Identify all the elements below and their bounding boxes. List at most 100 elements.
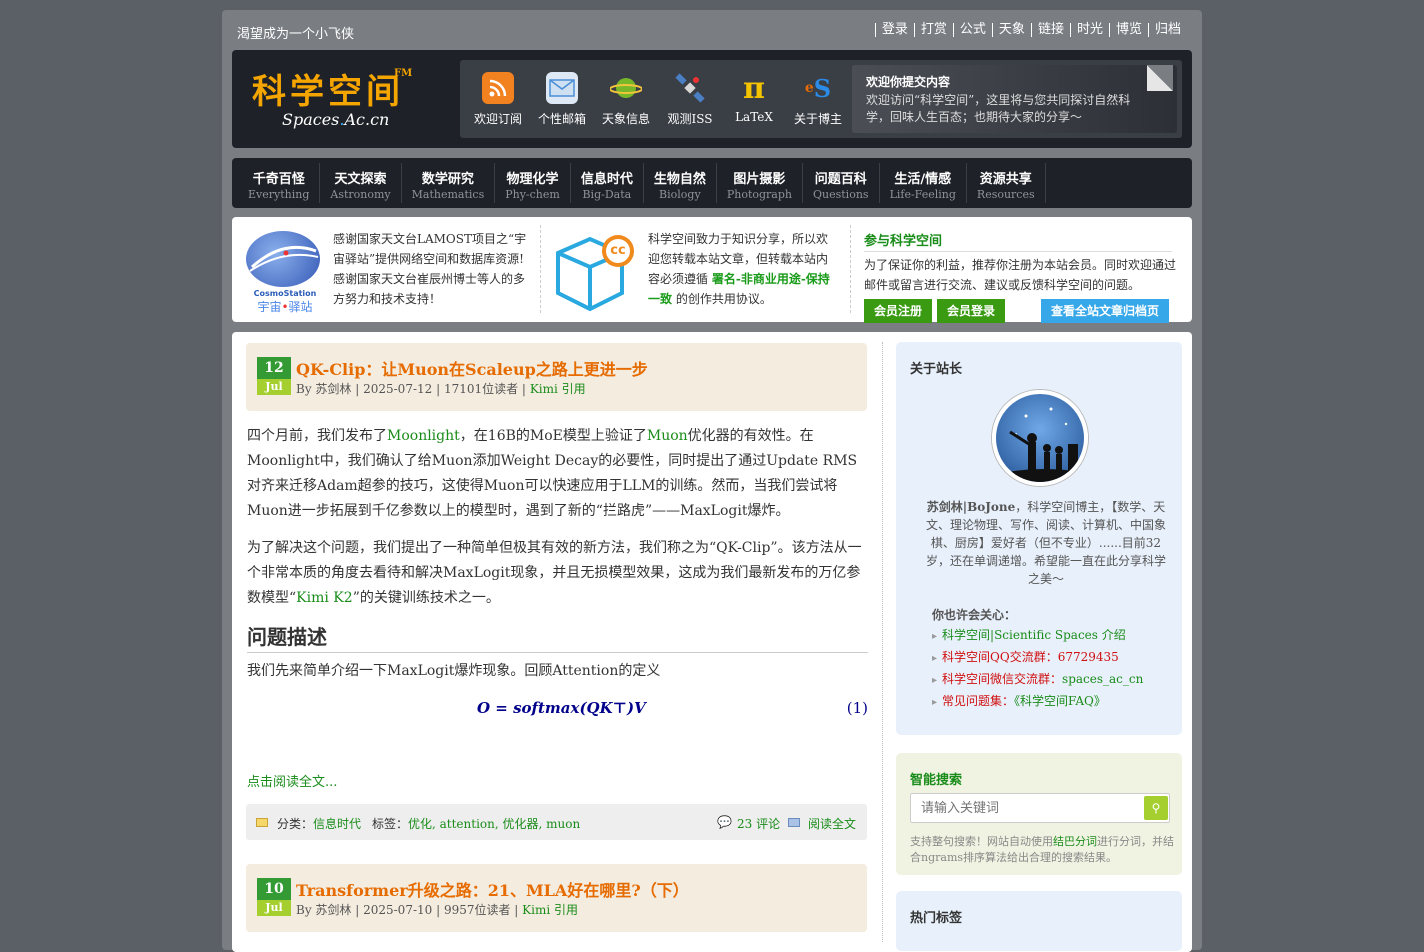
planet-icon — [610, 72, 642, 104]
list-item[interactable]: 常见问题集：《科学空间FAQ》 — [932, 691, 1143, 713]
top-nav: 登录 打赏 公式 天象 链接 时光 博览 归档 — [874, 23, 1187, 37]
category-link[interactable]: 信息时代 — [313, 815, 361, 832]
care-list: 科学空间|Scientific Spaces 介绍 科学空间QQ交流群：6772… — [932, 625, 1143, 713]
register-button[interactable]: 会员注册 — [864, 299, 932, 323]
post-month: Jul — [257, 900, 291, 916]
join-text: 为了保证你的利益，推荐你注册为本站会员。同时欢迎通过邮件或留言进行交流、建议或反… — [864, 258, 1177, 292]
post-day: 12 — [257, 357, 291, 379]
paragraph: 我们先来简单介绍一下MaxLogit爆炸现象。回顾Attention的定义 — [247, 663, 661, 679]
search-icon[interactable]: ⚲ — [1144, 796, 1168, 820]
post-meta: By 苏剑林 | 2025-07-10 | 9957位读者 | Kimi 引用 — [296, 903, 579, 917]
list-item[interactable]: 科学空间QQ交流群：67729435 — [932, 647, 1143, 669]
category-label: 分类： — [277, 817, 314, 831]
nav-questions[interactable]: 问题百科 Questions — [803, 163, 880, 203]
search-title: 智能搜索 — [910, 773, 963, 788]
top-bar: 渴望成为一个小飞侠 登录 打赏 公式 天象 链接 时光 博览 归档 — [222, 10, 1202, 50]
top-nav-formula[interactable]: 公式 — [952, 23, 992, 37]
top-nav-browse[interactable]: 博览 — [1108, 23, 1148, 37]
top-nav-time[interactable]: 时光 — [1069, 23, 1109, 37]
top-nav-archive[interactable]: 归档 — [1147, 23, 1187, 37]
cc-license-text: 科学空间致力于知识分享，所以欢迎您转载本站文章，但转载本站内容必须遵循 署名-非… — [648, 232, 830, 306]
subscribe-link[interactable]: 欢迎订阅 — [466, 72, 530, 127]
divider — [850, 225, 851, 313]
cosmostation-logo[interactable]: CosmoStation 宇宙•驿站 — [246, 231, 324, 314]
list-item[interactable]: 科学空间|Scientific Spaces 介绍 — [932, 625, 1143, 647]
paragraph: 四个月前，我们发布了Moonlight，在16B的MoE模型上验证了Muon优化… — [247, 428, 858, 519]
about-title: 关于站长 — [910, 362, 963, 377]
nav-everything[interactable]: 千奇百怪 Everything — [238, 163, 321, 203]
nav-life-feeling[interactable]: 生活/情感 Life-Feeling — [880, 163, 967, 203]
kimi-cite-link[interactable]: Kimi 引用 — [522, 903, 578, 917]
sky-info-label: 天象信息 — [601, 112, 650, 126]
post-footer: 分类： 信息时代 标签： 优化, attention, 优化器, muon 💬 … — [246, 804, 867, 840]
iss-label: 观测ISS — [667, 112, 713, 126]
join-section: 参与科学空间 为了保证你的利益，推荐你注册为本站会员。同时欢迎通过邮件或留言进行… — [864, 230, 1176, 295]
monitor-icon — [788, 815, 800, 829]
logo-english: Spaces.Ac.cn — [282, 110, 390, 129]
about-blogger-link[interactable]: eS 关于博主 — [786, 72, 850, 127]
about-box: 关于站长 苏剑林|BoJone，科学空间博主，【数学、天文、理论物理、写作、阅读… — [896, 342, 1182, 735]
top-nav-sky[interactable]: 天象 — [991, 23, 1031, 37]
satellite-icon — [674, 72, 706, 104]
comment-icon: 💬 — [717, 815, 732, 829]
equation-body: O = softmax(QK⊤)V — [477, 699, 646, 717]
feature-icon-bar: 欢迎订阅 个性邮箱 天象信息 观测ISS π LaTeX e S 关于博主 欢迎… — [460, 60, 1182, 138]
equation: O = softmax(QK⊤)V (1) — [247, 688, 868, 728]
cosmostation-cn-label: 宇宙•驿站 — [257, 300, 313, 314]
post-title[interactable]: Transformer升级之路：21、MLA好在哪里?（下） — [296, 877, 689, 901]
equation-number: (1) — [846, 699, 868, 717]
post-title[interactable]: QK-Clip：让Muon在Scaleup之路上更进一步 — [296, 356, 648, 380]
search-input[interactable] — [910, 793, 1170, 823]
avatar[interactable] — [992, 390, 1088, 486]
latex-link[interactable]: π LaTeX — [722, 71, 786, 125]
site-header: 科学空间 FM Spaces.Ac.cn 欢迎订阅 个性邮箱 天象信息 观测IS… — [232, 50, 1192, 148]
top-nav-login[interactable]: 登录 — [874, 23, 914, 37]
nav-big-data[interactable]: 信息时代 Big-Data — [571, 163, 644, 203]
subscribe-label: 欢迎订阅 — [473, 112, 522, 126]
read-more-link[interactable]: 点击阅读全文... — [247, 771, 337, 790]
mailbox-link[interactable]: 个性邮箱 — [530, 72, 594, 127]
content-area: 12 Jul QK-Clip：让Muon在Scaleup之路上更进一步 By 苏… — [232, 332, 1192, 952]
nav-astronomy[interactable]: 天文探索 Astronomy — [320, 163, 402, 203]
nav-biology[interactable]: 生物自然 Biology — [644, 163, 717, 203]
mail-icon — [546, 72, 578, 104]
page-wrapper: 渴望成为一个小飞侠 登录 打赏 公式 天象 链接 时光 博览 归档 科学空间 F… — [222, 10, 1202, 952]
kimi-k2-link[interactable]: Kimi K2 — [296, 590, 353, 606]
cc-label: cc — [610, 243, 626, 258]
iss-link[interactable]: 观测ISS — [658, 72, 722, 127]
nav-resources[interactable]: 资源共享 Resources — [967, 163, 1046, 203]
top-nav-donate[interactable]: 打赏 — [913, 23, 953, 37]
muon-link[interactable]: Muon — [647, 428, 688, 444]
mailbox-label: 个性邮箱 — [537, 112, 586, 126]
moonlight-link[interactable]: Moonlight — [387, 428, 460, 444]
post-date: 12 Jul — [257, 357, 291, 395]
cc-cube-logo[interactable]: cc — [552, 231, 634, 312]
site-logo[interactable]: 科学空间 FM Spaces.Ac.cn — [252, 64, 422, 134]
top-nav-links[interactable]: 链接 — [1030, 23, 1070, 37]
comments-link[interactable]: 23 评论 — [737, 815, 780, 832]
column-separator — [882, 342, 883, 942]
es-icon: eS — [804, 73, 832, 103]
search-box: 智能搜索 ⚲ 支持整句搜索！网站自动使用结巴分词进行分词，并结合ngrams排序… — [896, 753, 1182, 875]
hot-tags-box: 热门标签 — [896, 891, 1182, 951]
post-header: 12 Jul QK-Clip：让Muon在Scaleup之路上更进一步 By 苏… — [246, 343, 867, 411]
kimi-cite-link[interactable]: Kimi 引用 — [530, 382, 586, 396]
globe-icon — [246, 231, 320, 287]
read-full-link[interactable]: 阅读全文 — [808, 815, 856, 832]
tags-links[interactable]: 优化, attention, 优化器, muon — [408, 815, 580, 832]
list-item[interactable]: 科学空间微信交流群：spaces_ac_cn — [932, 669, 1143, 691]
stargazer-icon — [996, 407, 1084, 482]
rss-icon — [482, 72, 514, 104]
welcome-panel[interactable]: 欢迎你提交内容 欢迎访问“科学空间”，这里将与您共同探讨自然科学，回味人生百态；… — [852, 65, 1177, 133]
post-month: Jul — [257, 379, 291, 395]
about-blogger-label: 关于博主 — [793, 112, 842, 126]
divider — [540, 225, 541, 313]
sky-info-link[interactable]: 天象信息 — [594, 72, 658, 127]
nav-mathematics[interactable]: 数学研究 Mathematics — [402, 163, 496, 203]
tags-label: 标签： — [372, 817, 409, 831]
login-button[interactable]: 会员登录 — [937, 299, 1005, 323]
archive-button[interactable]: 查看全站文章归档页 — [1041, 299, 1169, 323]
post-excerpt: 四个月前，我们发布了Moonlight，在16B的MoE模型上验证了Muon优化… — [247, 424, 868, 728]
nav-photograph[interactable]: 图片摄影 Photograph — [717, 163, 803, 203]
nav-phy-chem[interactable]: 物理化学 Phy-chem — [495, 163, 571, 203]
